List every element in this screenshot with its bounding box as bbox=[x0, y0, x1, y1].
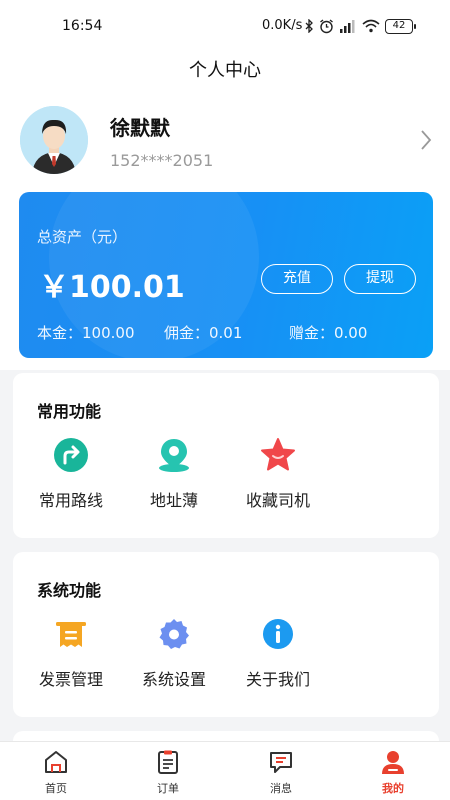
home-icon bbox=[45, 751, 67, 773]
frequent-routes-label: 常用路线 bbox=[38, 491, 103, 510]
order-icon bbox=[158, 750, 178, 774]
invoice-icon bbox=[56, 622, 86, 647]
withdraw-button[interactable]: 提现 bbox=[344, 264, 416, 294]
tab-profile-label: 我的 bbox=[382, 782, 404, 795]
address-book-button[interactable]: 地址薄 bbox=[124, 433, 224, 513]
common-functions-title: 常用功能 bbox=[37, 402, 102, 421]
bottom-tab-bar: 首页 订单 消息 我的 bbox=[0, 741, 450, 800]
chevron-right-icon[interactable] bbox=[418, 128, 434, 152]
principal-amount: 本金：100.00 bbox=[37, 324, 135, 342]
avatar-image bbox=[20, 106, 88, 174]
total-assets-label: 总资产（元） bbox=[37, 228, 128, 246]
favorite-drivers-label: 收藏司机 bbox=[245, 491, 310, 510]
message-icon bbox=[270, 752, 292, 773]
cellular-signal-icon bbox=[340, 20, 355, 33]
system-functions-title: 系统功能 bbox=[37, 581, 102, 600]
common-functions-panel: 常用功能 常用路线 地址薄 收藏司机 bbox=[13, 373, 439, 538]
favorite-drivers-button[interactable]: 收藏司机 bbox=[228, 433, 328, 513]
info-icon bbox=[263, 619, 293, 649]
wifi-icon bbox=[362, 19, 380, 33]
profile-section[interactable]: 徐默默 152****2051 bbox=[0, 100, 450, 184]
about-us-button[interactable]: 关于我们 bbox=[228, 612, 328, 692]
bluetooth-icon bbox=[305, 19, 313, 33]
tab-messages-label: 消息 bbox=[270, 782, 292, 795]
tab-messages[interactable]: 消息 bbox=[225, 742, 337, 800]
location-pin-icon bbox=[159, 439, 189, 472]
profile-icon bbox=[382, 751, 404, 774]
star-icon bbox=[261, 438, 295, 471]
commission-amount: 佣金：0.01 bbox=[164, 324, 243, 342]
user-name: 徐默默 bbox=[110, 116, 170, 140]
gift-amount: 赠金：0.00 bbox=[289, 324, 368, 342]
page-title: 个人中心 bbox=[189, 60, 261, 81]
settings-icon bbox=[159, 619, 189, 649]
route-icon bbox=[54, 438, 88, 472]
frequent-routes-button[interactable]: 常用路线 bbox=[21, 433, 121, 513]
system-functions-panel: 系统功能 发票管理 系统设置 关于我们 bbox=[13, 552, 439, 717]
system-settings-button[interactable]: 系统设置 bbox=[124, 612, 224, 692]
invoice-management-button[interactable]: 发票管理 bbox=[21, 612, 121, 692]
battery-icon: 42 bbox=[385, 18, 416, 34]
tab-orders[interactable]: 订单 bbox=[112, 742, 224, 800]
total-assets-amount: ￥100.01 bbox=[39, 270, 185, 305]
about-us-label: 关于我们 bbox=[245, 670, 310, 689]
user-phone: 152****2051 bbox=[110, 151, 214, 170]
page-header: 个人中心 bbox=[0, 52, 450, 84]
avatar[interactable] bbox=[20, 106, 88, 174]
asset-card: 总资产（元） ￥100.01 充值 提现 本金：100.00 佣金：0.01 赠… bbox=[19, 192, 433, 358]
address-book-label: 地址薄 bbox=[149, 491, 198, 510]
tab-home[interactable]: 首页 bbox=[0, 742, 112, 800]
system-settings-label: 系统设置 bbox=[141, 670, 206, 689]
tab-orders-label: 订单 bbox=[157, 782, 179, 795]
recharge-button[interactable]: 充值 bbox=[261, 264, 333, 294]
system-icons: 42 bbox=[304, 17, 416, 35]
tab-home-label: 首页 bbox=[45, 782, 67, 795]
status-time: 16:54 bbox=[62, 18, 103, 34]
alarm-icon bbox=[320, 18, 333, 33]
invoice-management-label: 发票管理 bbox=[38, 670, 103, 689]
status-bar: 16:54 0.0K/s 42 bbox=[0, 0, 450, 52]
network-speed: 0.0K/s bbox=[262, 18, 303, 33]
tab-profile[interactable]: 我的 bbox=[337, 742, 449, 800]
